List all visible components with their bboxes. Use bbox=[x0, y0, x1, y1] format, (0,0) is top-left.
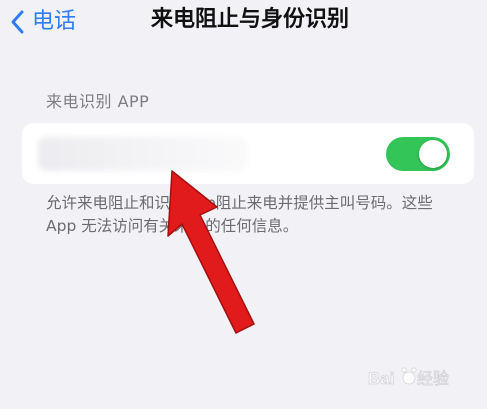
navigation-bar: 电话 来电阻止与身份识别 bbox=[0, 0, 487, 50]
back-button-label: 电话 bbox=[32, 9, 77, 34]
svg-text:Bai: Bai bbox=[368, 369, 394, 388]
app-name-blurred bbox=[38, 137, 248, 171]
chevron-left-icon bbox=[11, 10, 24, 34]
svg-text:经验: 经验 bbox=[417, 369, 449, 388]
app-row bbox=[22, 123, 474, 184]
call-identification-toggle[interactable] bbox=[386, 137, 450, 171]
watermark-logo: Bai 经验 bbox=[368, 367, 449, 388]
section-header: 来电识别 APP bbox=[46, 92, 150, 111]
section-footer: 允许来电阻止和识别App阻止来电并提供主叫号码。这些 App 无法访问有关来电的… bbox=[46, 194, 433, 235]
toggle-knob bbox=[419, 140, 447, 168]
back-button[interactable]: 电话 bbox=[8, 6, 76, 38]
page-title: 来电阻止与身份识别 bbox=[150, 7, 349, 32]
